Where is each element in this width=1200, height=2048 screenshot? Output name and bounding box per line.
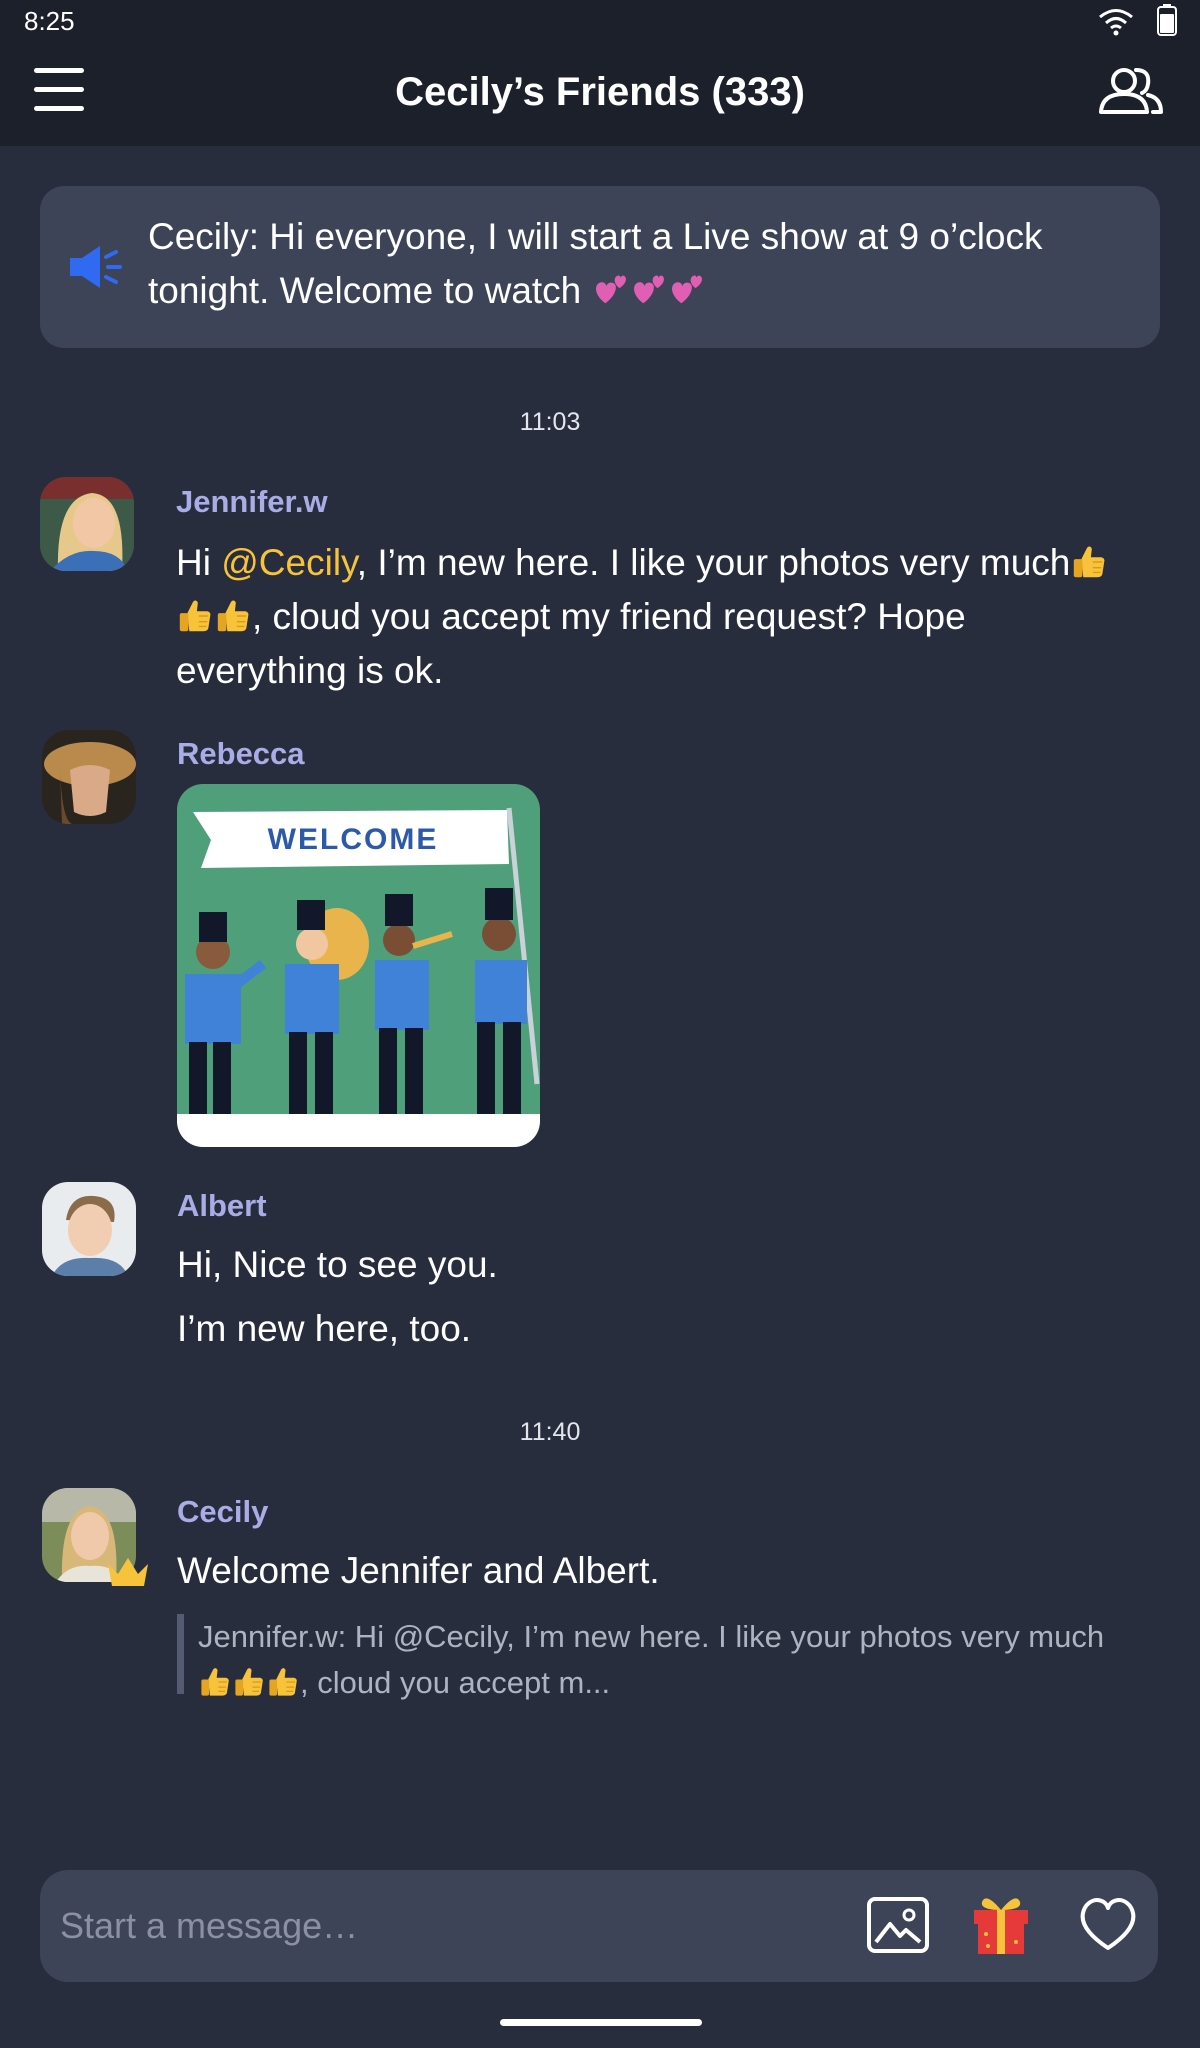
message-text: I’m new here, too. [177,1308,472,1349]
thumbs-up-emoji [214,597,252,635]
quote-text: Jennifer.w: Hi @Cecily, I’m new here. I … [198,1619,1105,1654]
wifi-icon [1099,9,1133,36]
two-hearts-emoji [630,271,668,309]
announcement-banner[interactable]: Cecily: Hi everyone, I will start a Live… [40,186,1160,348]
message-input[interactable] [60,1896,840,1956]
two-hearts-emoji [668,271,706,309]
thumbs-up-emoji [176,597,214,635]
mention-link[interactable]: @Cecily [221,542,357,583]
two-hearts-emoji [592,271,630,309]
quoted-message[interactable]: Jennifer.w: Hi @Cecily, I’m new here. I … [177,1614,1117,1700]
sticker-banner-text: WELCOME [268,823,439,856]
megaphone-icon [70,246,122,288]
thumbs-up-emoji [266,1665,300,1699]
page-title: Cecily’s Friends (333) [395,70,805,114]
message-text: Welcome Jennifer and Albert. [177,1550,660,1591]
message-text: Hi @Cecily, I’m new here. I like your ph… [176,536,1126,698]
status-time: 8:25 [24,6,75,36]
thumbs-up-emoji [232,1665,266,1699]
avatar-rebecca[interactable] [42,730,136,824]
message-part: Hi [176,542,222,583]
timestamp: 11:03 [519,408,581,436]
thumbs-up-emoji [198,1665,232,1699]
thumbs-up-emoji [1070,543,1108,581]
group-icon[interactable] [1096,64,1166,120]
top-bar: 8:25 Cecily’s Friends (333) [0,0,1200,146]
timestamp: 11:40 [519,1418,581,1446]
sender-name[interactable]: Cecily [177,1494,268,1530]
battery-icon [1157,4,1177,36]
sender-name[interactable]: Rebecca [177,736,305,772]
announcement-text: Cecily: Hi everyone, I will start a Live… [148,210,1128,318]
gift-icon[interactable] [970,1892,1032,1956]
welcome-sticker[interactable]: WELCOME [177,784,540,1147]
message-part: , cloud you accept my friend request? Ho… [176,596,966,691]
crown-icon [108,1558,148,1586]
sender-name[interactable]: Albert [177,1188,267,1224]
avatar-jennifer[interactable] [40,477,134,571]
avatar-albert[interactable] [42,1182,136,1276]
message-part: , I’m new here. I like your photos very … [356,542,1071,583]
message-composer [40,1870,1158,1982]
home-indicator [500,2019,702,2026]
quote-text: , cloud you accept m... [300,1665,611,1700]
sender-name[interactable]: Jennifer.w [176,484,328,520]
message-text: Hi, Nice to see you. [177,1244,498,1285]
image-icon[interactable] [866,1896,930,1954]
heart-icon[interactable] [1076,1894,1140,1954]
